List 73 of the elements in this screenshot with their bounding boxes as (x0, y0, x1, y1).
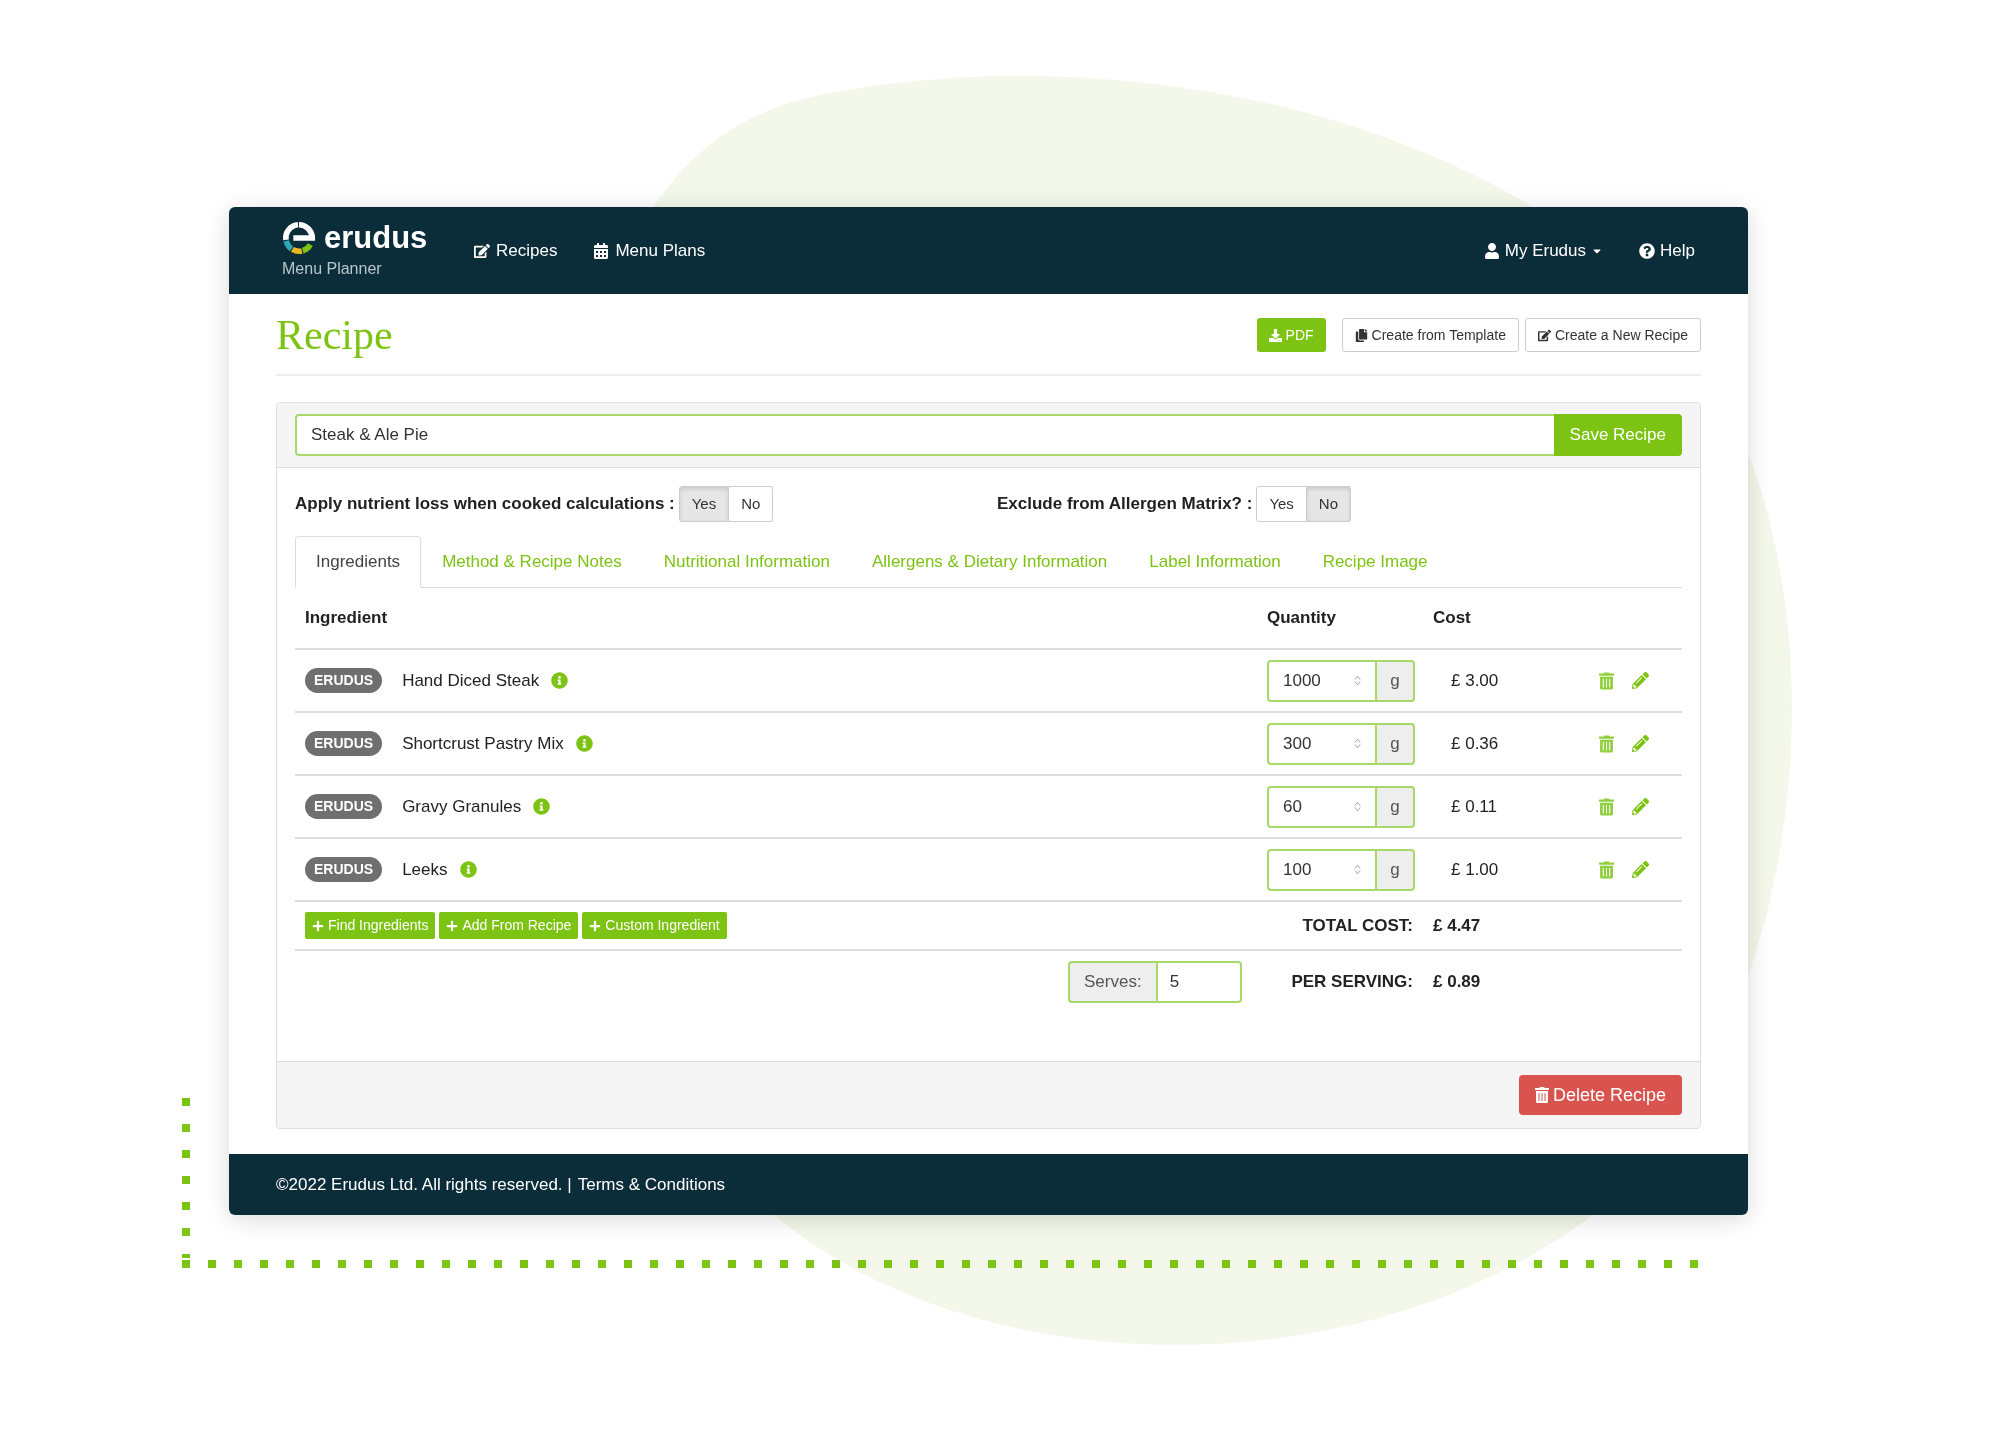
cost-value: £ 0.36 (1451, 732, 1500, 755)
edit-icon (474, 242, 490, 259)
ingredient-name: Leeks (402, 858, 448, 881)
ingredient-name: Shortcrust Pastry Mix (402, 732, 564, 755)
plus-icon (589, 919, 602, 932)
toggle-option[interactable]: Yes (1256, 486, 1307, 522)
toggle-option[interactable]: No (1306, 486, 1352, 522)
info-icon[interactable] (551, 672, 569, 689)
edit-icon[interactable] (1632, 735, 1649, 752)
user-menu[interactable]: My Erudus (1483, 237, 1604, 264)
info-icon[interactable] (575, 735, 593, 752)
user-icon (1483, 242, 1500, 259)
plus-icon (446, 919, 459, 932)
delete-icon[interactable] (1599, 734, 1614, 753)
total-cost-value: £ 4.47 (1433, 914, 1481, 937)
copyright-text: ©2022 Erudus Ltd. All rights reserved. | (276, 1173, 572, 1196)
delete-recipe-button[interactable]: Delete Recipe (1518, 1075, 1682, 1115)
unit-label: g (1375, 722, 1415, 765)
column-header: Cost (1433, 607, 1471, 630)
nav-link[interactable]: Menu Plans (593, 237, 706, 264)
per-serving-value: £ 0.89 (1433, 971, 1481, 994)
column-header: Ingredient (305, 607, 389, 630)
toggle-option[interactable]: Yes (678, 486, 730, 522)
help-link[interactable]: Help (1639, 237, 1695, 264)
help-icon (1639, 242, 1656, 259)
edit-icon[interactable] (1632, 672, 1649, 689)
source-badge: ERUDUS (305, 668, 383, 693)
trash-icon (1534, 1087, 1549, 1103)
download-icon (1268, 328, 1282, 342)
delete-icon[interactable] (1599, 671, 1614, 690)
total-cost-label: TOTAL COST: (1301, 914, 1414, 937)
ingredient-name: Gravy Granules (402, 795, 522, 818)
logo-text: erudus (324, 222, 428, 253)
edit-icon[interactable] (1632, 861, 1649, 878)
toggle-label: Exclude from Allergen Matrix? : (997, 493, 1253, 516)
cost-value: £ 0.11 (1451, 795, 1498, 818)
stepper-icon (1354, 801, 1361, 812)
copy-icon (1354, 328, 1368, 342)
edit-icon (1537, 328, 1551, 342)
calendar-icon (593, 242, 610, 259)
toggle-label: Apply nutrient loss when cooked calculations : (295, 493, 675, 516)
info-icon[interactable] (533, 798, 551, 815)
action-button[interactable]: Create from Template (1341, 318, 1519, 352)
recipe-name-field[interactable]: Steak & Ale Pie (295, 414, 1554, 456)
serves-field[interactable]: 5 (1155, 961, 1242, 1003)
delete-icon[interactable] (1599, 860, 1614, 879)
toggle-option[interactable]: No (729, 486, 774, 522)
plus-icon (312, 919, 324, 932)
serves-label: Serves: (1068, 961, 1156, 1003)
page-title: Recipe (276, 314, 393, 356)
cost-value: £ 1.00 (1451, 858, 1500, 881)
source-badge: ERUDUS (305, 794, 383, 819)
nav-link[interactable]: Recipes (474, 237, 558, 264)
tab[interactable]: Ingredients (295, 536, 422, 588)
unit-label: g (1375, 785, 1415, 828)
info-icon[interactable] (459, 861, 477, 878)
ingredient-name: Hand Diced Steak (402, 669, 540, 692)
action-button[interactable]: Create a New Recipe (1524, 318, 1701, 352)
cost-value: £ 3.00 (1451, 669, 1500, 692)
terms-link[interactable]: Terms & Conditions (577, 1171, 726, 1198)
stepper-icon (1354, 864, 1361, 875)
unit-label: g (1375, 659, 1415, 702)
delete-icon[interactable] (1599, 797, 1614, 816)
logo-icon (282, 220, 316, 255)
source-badge: ERUDUS (305, 857, 383, 882)
app-subtitle: Menu Planner (282, 258, 383, 279)
edit-icon[interactable] (1632, 798, 1649, 815)
source-badge: ERUDUS (305, 731, 383, 756)
column-header: Quantity (1267, 607, 1337, 630)
unit-label: g (1375, 848, 1415, 891)
per-serving-label: PER SERVING: (1290, 971, 1414, 994)
stepper-icon (1354, 738, 1361, 749)
stepper-icon (1354, 675, 1361, 686)
